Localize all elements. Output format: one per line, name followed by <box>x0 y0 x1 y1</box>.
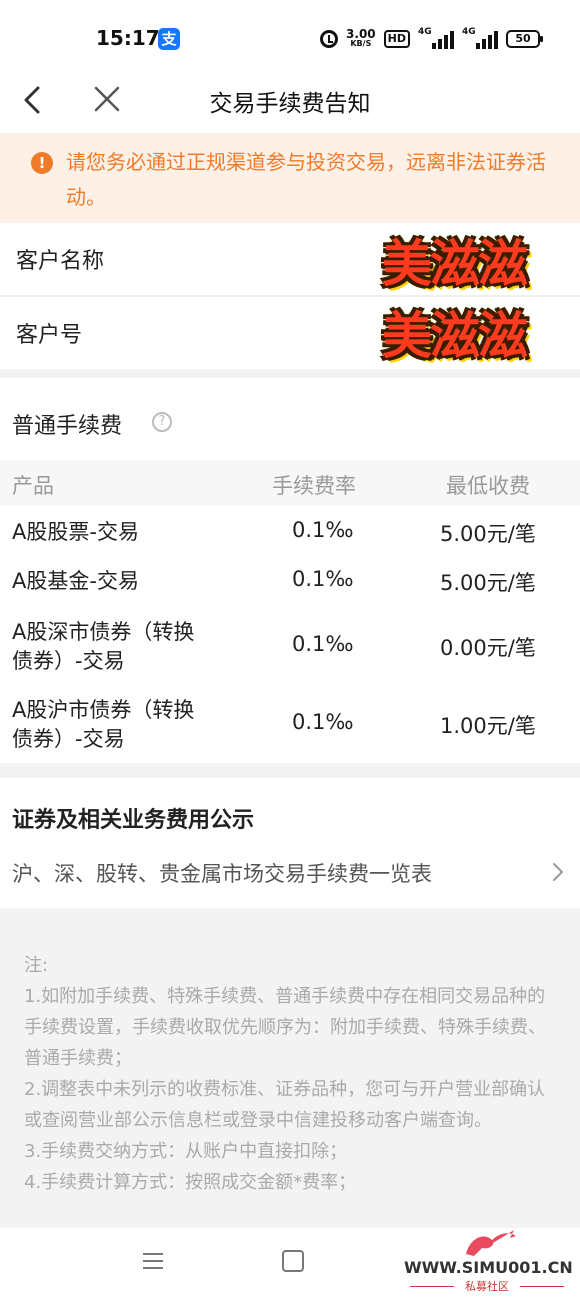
min-fee-cell: 1.00元/笔 <box>440 714 536 738</box>
note-item: 3.手续费交纳方式：从账户中直接扣除； <box>24 1141 348 1162</box>
section-gap <box>0 908 580 928</box>
risk-notice-banner: ! 请您务必通过正规渠道参与投资交易，远离非法证券活动。 <box>0 133 580 223</box>
table-header: 产品 手续费率 最低收费 <box>0 460 580 506</box>
min-fee-cell: 0.00元/笔 <box>440 636 536 660</box>
network-speed-value: 3.00 <box>346 27 376 41</box>
product-cell: A股沪市债券（转换 债券）-交易 <box>12 696 194 754</box>
customer-name-label: 客户名称 <box>16 249 105 274</box>
brand-url: WWW.SIMU001.CN <box>404 1258 573 1277</box>
network-speed: 3.00 KB/S <box>346 27 376 48</box>
min-fee-cell: 5.00元/笔 <box>440 522 536 546</box>
status-bar: 15:17 支 3.00 KB/S HD 4G 4G 50 <box>0 0 580 70</box>
section-gap <box>0 763 580 778</box>
product-cell: A股深市债券（转换 债券）-交易 <box>12 618 194 676</box>
fee-section: 普通手续费 ? 产品 手续费率 最低收费 A股股票-交易 0.1‰ 5.00元/… <box>0 378 580 763</box>
notes-text: 注: 1.如附加手续费、特殊手续费、普通手续费中存在相同交易品种的手续费设置，手… <box>24 950 554 1198</box>
product-cell-line: A股深市债券（转换 <box>12 620 195 644</box>
product-cell-line: 债券）-交易 <box>12 727 125 751</box>
watermark-sticker: 美滋滋 <box>382 235 528 293</box>
brand-logo-icon <box>466 1230 516 1256</box>
notes-section: 注: 1.如附加手续费、特殊手续费、普通手续费中存在相同交易品种的手续费设置，手… <box>0 928 580 1228</box>
page-title: 交易手续费告知 <box>209 91 371 117</box>
network-speed-unit: KB/S <box>350 39 372 48</box>
signal-icon: 4G <box>418 27 454 49</box>
fee-disclosure-section: 证券及相关业务费用公示 沪、深、股转、贵金属市场交易手续费一览表 <box>0 778 580 908</box>
disclosure-title: 证券及相关业务费用公示 <box>12 808 255 833</box>
risk-notice-text: 请您务必通过正规渠道参与投资交易，远离非法证券活动。 <box>66 150 546 209</box>
rate-cell: 0.1‰ <box>292 518 354 542</box>
product-cell-line: A股沪市债券（转换 <box>12 698 195 722</box>
status-icons: 3.00 KB/S HD 4G 4G 50 <box>320 26 543 52</box>
alipay-icon: 支 <box>158 28 180 50</box>
menu-icon[interactable] <box>143 1252 163 1270</box>
notes-heading: 注: <box>24 955 49 976</box>
home-icon[interactable] <box>282 1250 304 1272</box>
rate-cell: 0.1‰ <box>292 710 354 734</box>
section-gap <box>0 369 580 378</box>
signal-type-label: 4G <box>462 27 476 37</box>
fee-list-link[interactable]: 沪、深、股转、贵金属市场交易手续费一览表 <box>12 858 432 888</box>
warning-icon: ! <box>31 152 53 174</box>
product-cell: A股股票-交易 <box>12 520 139 544</box>
note-item: 2.调整表中未列示的收费标准、证券品种，您可与开户营业部确认或查阅营业部公示信息… <box>24 1079 546 1131</box>
column-header-product: 产品 <box>12 474 54 498</box>
watermark-sticker: 美滋滋 <box>382 307 528 365</box>
chevron-right-icon[interactable] <box>548 860 568 884</box>
alarm-icon <box>320 30 339 48</box>
note-item: 4.手续费计算方式：按照成交金额*费率； <box>24 1172 357 1193</box>
product-cell-line: 债券）-交易 <box>12 649 125 673</box>
note-item: 1.如附加手续费、特殊手续费、普通手续费中存在相同交易品种的手续费设置，手续费收… <box>24 986 546 1069</box>
divider <box>520 1286 564 1287</box>
customer-id-label: 客户号 <box>16 323 83 348</box>
column-header-min-fee: 最低收费 <box>446 474 530 498</box>
rate-cell: 0.1‰ <box>292 567 354 591</box>
product-cell: A股基金-交易 <box>12 569 139 593</box>
status-time: 15:17 <box>96 26 160 50</box>
min-fee-cell: 5.00元/笔 <box>440 571 536 595</box>
column-header-rate: 手续费率 <box>272 474 356 498</box>
battery-icon: 50 <box>506 30 543 48</box>
rate-cell: 0.1‰ <box>292 632 354 656</box>
fee-section-title: 普通手续费 <box>12 414 123 439</box>
nav-bar: 交易手续费告知 <box>0 70 580 130</box>
signal-icon: 4G <box>462 27 498 49</box>
system-nav-bar: WWW.SIMU001.CN 私募社区 <box>0 1228 580 1297</box>
hd-icon: HD <box>383 30 410 48</box>
signal-type-label: 4G <box>418 27 432 37</box>
help-icon[interactable]: ? <box>152 412 172 432</box>
